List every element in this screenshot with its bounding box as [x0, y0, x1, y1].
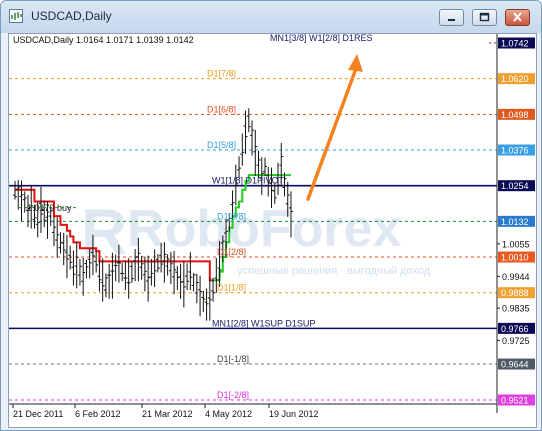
- price-badge-label: 1.0010: [501, 253, 529, 263]
- price-badge-label: 1.0620: [501, 74, 529, 84]
- chart-window: USDCAD,Daily R RoboForex успешные решени…: [0, 0, 542, 431]
- time-tick-label: 6 Feb 2012: [75, 409, 121, 419]
- price-badge-label: 0.9644: [501, 360, 529, 370]
- price-badge-label: 1.0376: [501, 146, 529, 156]
- close-button[interactable]: [505, 9, 530, 26]
- level-label-d1-5-8: D1[5/8]: [207, 140, 236, 150]
- price-badge-label: 0.9766: [501, 324, 529, 334]
- level-label-mn1-2-8-w1sup-d1sup: MN1[2/8] W1SUP D1SUP: [212, 318, 315, 328]
- price-tick-label: 0.9725: [502, 336, 530, 346]
- price-badge-label: 1.0254: [501, 181, 529, 191]
- title-bar[interactable]: USDCAD,Daily: [1, 1, 541, 33]
- time-tick-label: 19 Jun 2012: [269, 409, 319, 419]
- price-tick-label: 1.0055: [502, 239, 530, 249]
- buy-order: 1.0179 buy: [19, 203, 79, 213]
- minimize-icon: [448, 19, 455, 21]
- level-label-d1-3-8: D1[3/8]: [217, 211, 246, 221]
- price-tick-label: 0.9944: [502, 272, 530, 282]
- price-tick-label: 0.9835: [502, 304, 530, 314]
- level-label-d1-6-8: D1[6/8]: [207, 104, 236, 114]
- symbol-info: USDCAD,Daily 1.0164 1.0171 1.0139 1.0142: [13, 35, 194, 45]
- minimize-button[interactable]: [439, 9, 464, 26]
- price-badge-label: 0.9888: [501, 288, 529, 298]
- price-badge-label: 1.0742: [501, 39, 529, 49]
- price-badge-label: 1.0132: [501, 217, 529, 227]
- maximize-button[interactable]: [472, 9, 497, 26]
- time-tick-label: 4 May 2012: [205, 409, 252, 419]
- price-chart[interactable]: R RoboForex успешные решения · выгодный …: [8, 33, 537, 428]
- chart-icon: [9, 9, 23, 23]
- level-label-d1-1-8: D1[1/8]: [217, 283, 246, 293]
- level-label-d1-2-8: D1[2/8]: [217, 247, 246, 257]
- level-label-d1-7-8: D1[7/8]: [207, 69, 236, 79]
- level-label-d1-2-8: D1[-2/8]: [217, 390, 249, 400]
- price-badge-label: 1.0498: [501, 110, 529, 120]
- watermark-brand: RoboForex: [127, 200, 402, 258]
- maximize-icon: [479, 12, 490, 22]
- window-title: USDCAD,Daily: [31, 9, 112, 23]
- chart-canvas[interactable]: R RoboForex успешные решения · выгодный …: [9, 34, 536, 427]
- level-label-mn1-3-8-w1-2-8-d1res: MN1[3/8] W1[2/8] D1RES: [270, 34, 373, 43]
- level-label-d1-1-8: D1[-1/8]: [217, 354, 249, 364]
- watermark-tagline: успешные решения · выгодный доход: [237, 265, 431, 277]
- level-label-w1-1-8-d1pivot: W1[1/8] D1PIVOT: [212, 176, 285, 186]
- price-badge-label: 0.9521: [501, 396, 529, 406]
- time-tick-label: 21 Dec 2011: [13, 409, 63, 419]
- time-tick-label: 21 Mar 2012: [142, 409, 193, 419]
- close-icon: [513, 12, 522, 22]
